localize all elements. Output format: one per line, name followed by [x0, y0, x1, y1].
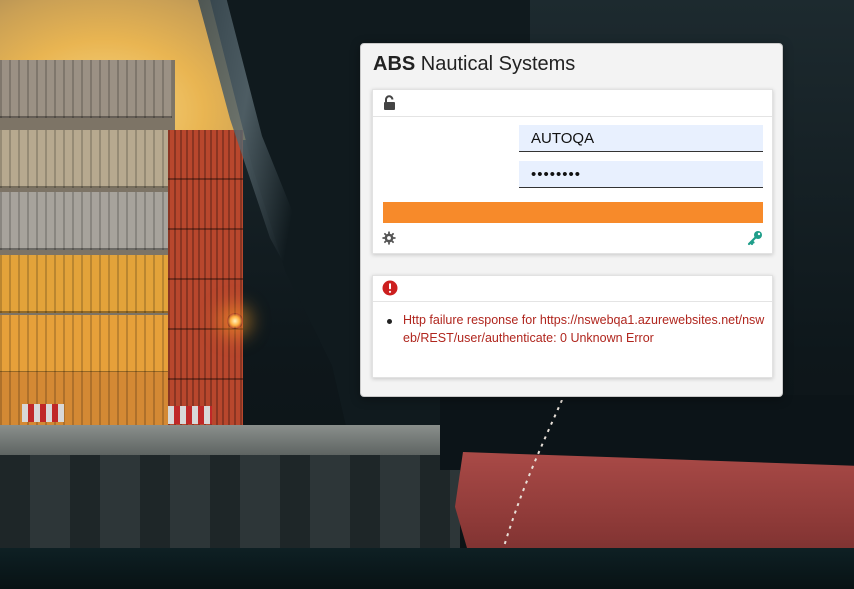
barrier — [168, 406, 212, 424]
shipping-container — [0, 60, 172, 118]
app-title-rest: Nautical Systems — [415, 53, 576, 75]
login-window: ABS Nautical Systems AUTOQA •••••••• Htt… — [360, 43, 783, 397]
login-panel-header — [373, 90, 772, 117]
key-icon[interactable] — [747, 230, 763, 246]
error-list: Http failure response for https://nswebq… — [385, 312, 765, 347]
error-panel: Http failure response for https://nswebq… — [372, 275, 773, 378]
shipping-container — [0, 255, 172, 313]
dock-light — [227, 313, 243, 329]
error-message: Http failure response for https://nswebq… — [385, 312, 765, 347]
gear-icon[interactable] — [382, 231, 396, 245]
lock-open-icon — [384, 95, 395, 110]
shipping-container — [0, 130, 172, 188]
container-stack — [0, 60, 175, 430]
water — [0, 548, 854, 589]
login-panel — [372, 89, 773, 254]
error-panel-header — [373, 276, 772, 302]
container-stack-mid — [168, 130, 243, 430]
barrier — [22, 404, 64, 422]
error-message-text: Http failure response for https://nswebq… — [403, 313, 765, 345]
app-title-brand: ABS — [373, 53, 416, 75]
password-input[interactable] — [519, 161, 763, 188]
pier — [0, 425, 460, 455]
app-title: ABS Nautical Systems — [373, 53, 575, 76]
bullet — [387, 319, 392, 324]
shipping-container — [0, 315, 172, 373]
login-button[interactable] — [383, 202, 763, 223]
shipping-container — [0, 192, 172, 250]
username-input[interactable] — [519, 125, 763, 152]
error-icon — [382, 280, 398, 296]
